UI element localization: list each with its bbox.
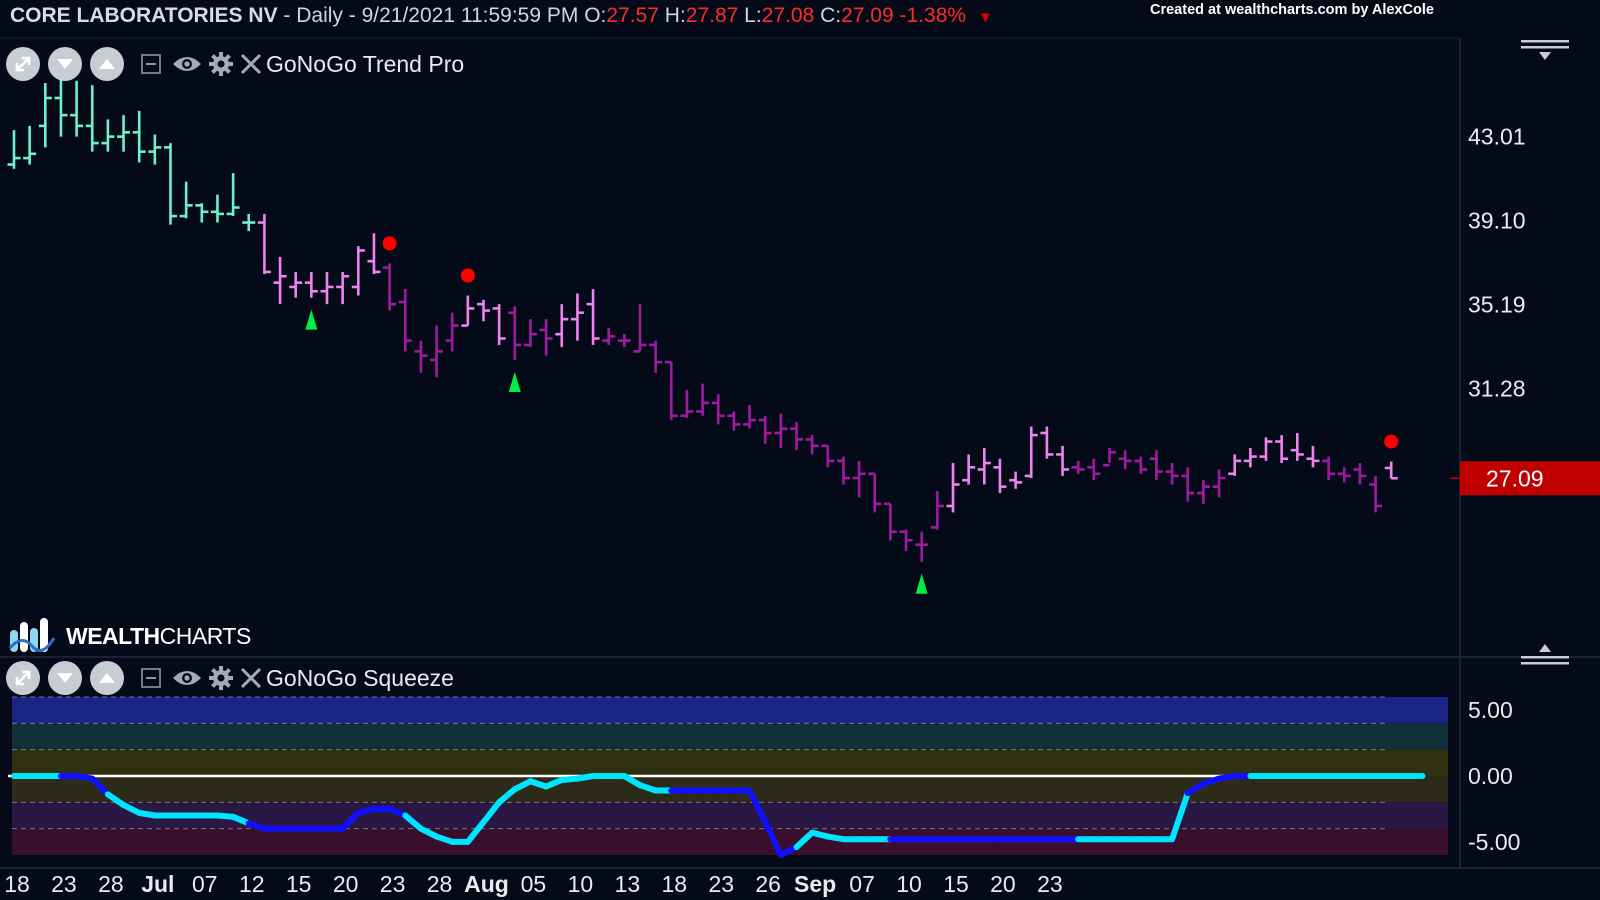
x-tick-label: Jul — [141, 871, 174, 897]
credit-text: Created at wealthcharts.com by AlexCole — [1150, 2, 1434, 18]
x-tick-label: 05 — [521, 871, 547, 897]
high-label: H: — [658, 4, 686, 27]
x-tick-label: 20 — [990, 871, 1016, 897]
gear-icon[interactable] — [208, 665, 234, 691]
expand-icon[interactable] — [6, 661, 40, 695]
x-tick-label: 15 — [286, 871, 312, 897]
squeeze-y-tick-label: 5.00 — [1468, 697, 1513, 723]
logo-bold: WEALTH — [66, 622, 160, 649]
x-tick-label: 28 — [98, 871, 124, 897]
y-tick-label: 31.28 — [1468, 375, 1526, 401]
x-tick-label: 23 — [380, 871, 406, 897]
squeeze-indicator-name: GoNoGo Squeeze — [266, 664, 454, 691]
chevron-up-icon[interactable] — [90, 47, 124, 81]
timeframe-info: - Daily - 9/21/2021 11:59:59 PM — [277, 4, 585, 27]
reversal-dot — [382, 236, 397, 251]
symbol-name: CORE LABORATORIES NV — [10, 4, 278, 27]
price-tag-label: 27.09 — [1486, 465, 1544, 491]
trend-toolbar: GoNoGo Trend Pro — [6, 46, 464, 82]
chart-canvas: 43.01 39.10 35.19 31.28 27.09 5.00 0.00 -5.00 18… — [0, 0, 1600, 900]
x-tick-label: 18 — [662, 871, 688, 897]
squeeze-zone-2 — [12, 749, 1448, 776]
low-value: 27.08 — [761, 4, 815, 27]
logo-icon — [8, 618, 56, 652]
y-tick-label: 39.10 — [1468, 207, 1526, 233]
x-tick-label: 13 — [615, 871, 641, 897]
chevron-down-icon[interactable] — [48, 47, 82, 81]
squeeze-zone-1 — [12, 723, 1448, 750]
x-tick-label: 23 — [708, 871, 734, 897]
squeeze-zone-5 — [12, 828, 1448, 855]
x-tick-label: 23 — [51, 871, 77, 897]
squeeze-zone-0 — [12, 697, 1448, 724]
x-tick-label: Aug — [464, 871, 509, 897]
x-tick-label: 10 — [568, 871, 594, 897]
x-tick-label: 28 — [427, 871, 453, 897]
x-tick-label: 07 — [192, 871, 218, 897]
trend-indicator-name: GoNoGo Trend Pro — [266, 50, 465, 77]
eye-icon[interactable] — [172, 668, 202, 688]
high-value: 27.87 — [685, 4, 739, 27]
x-tick-label: 12 — [239, 871, 265, 897]
close-value: 27.09 — [841, 4, 894, 27]
chevron-down-icon[interactable] — [48, 661, 82, 695]
squeeze-y-tick-label: 0.00 — [1468, 763, 1513, 789]
open-value: 27.57 — [606, 4, 659, 27]
y-tick-label: 35.19 — [1468, 291, 1526, 317]
close-icon[interactable] — [240, 667, 262, 689]
logo-light: CHARTS — [159, 622, 252, 649]
open-label: O: — [584, 4, 607, 27]
menu-icon[interactable] — [1520, 642, 1570, 673]
squeeze-toolbar: GoNoGo Squeeze — [6, 660, 454, 696]
low-label: L: — [738, 4, 762, 27]
x-tick-label: 26 — [755, 871, 781, 897]
collapse-icon[interactable] — [140, 53, 162, 75]
eye-icon[interactable] — [172, 54, 202, 74]
x-tick-label: 20 — [333, 871, 359, 897]
change-percent: -1.38% — [893, 4, 972, 27]
x-tick-label: 07 — [849, 871, 875, 897]
x-tick-label: 15 — [943, 871, 969, 897]
y-tick-label: 43.01 — [1468, 123, 1526, 149]
wealthcharts-logo: WEALTHCHARTS — [8, 616, 251, 656]
chart-header: CORE LABORATORIES NV - Daily - 9/21/2021… — [10, 4, 993, 28]
collapse-icon[interactable] — [140, 667, 162, 689]
expand-icon[interactable] — [6, 47, 40, 81]
down-arrow-icon: ▼ — [977, 9, 993, 26]
reversal-dot — [1384, 434, 1399, 449]
x-tick-label: 23 — [1037, 871, 1063, 897]
reversal-dot — [460, 268, 475, 283]
x-tick-label: 18 — [4, 871, 30, 897]
menu-icon[interactable] — [1520, 38, 1570, 69]
chevron-up-icon[interactable] — [90, 661, 124, 695]
gear-icon[interactable] — [208, 51, 234, 77]
squeeze-y-tick-label: -5.00 — [1468, 829, 1520, 855]
x-tick-label: Sep — [794, 871, 836, 897]
close-icon[interactable] — [240, 53, 262, 75]
close-label: C: — [814, 4, 842, 27]
x-tick-label: 10 — [896, 871, 922, 897]
